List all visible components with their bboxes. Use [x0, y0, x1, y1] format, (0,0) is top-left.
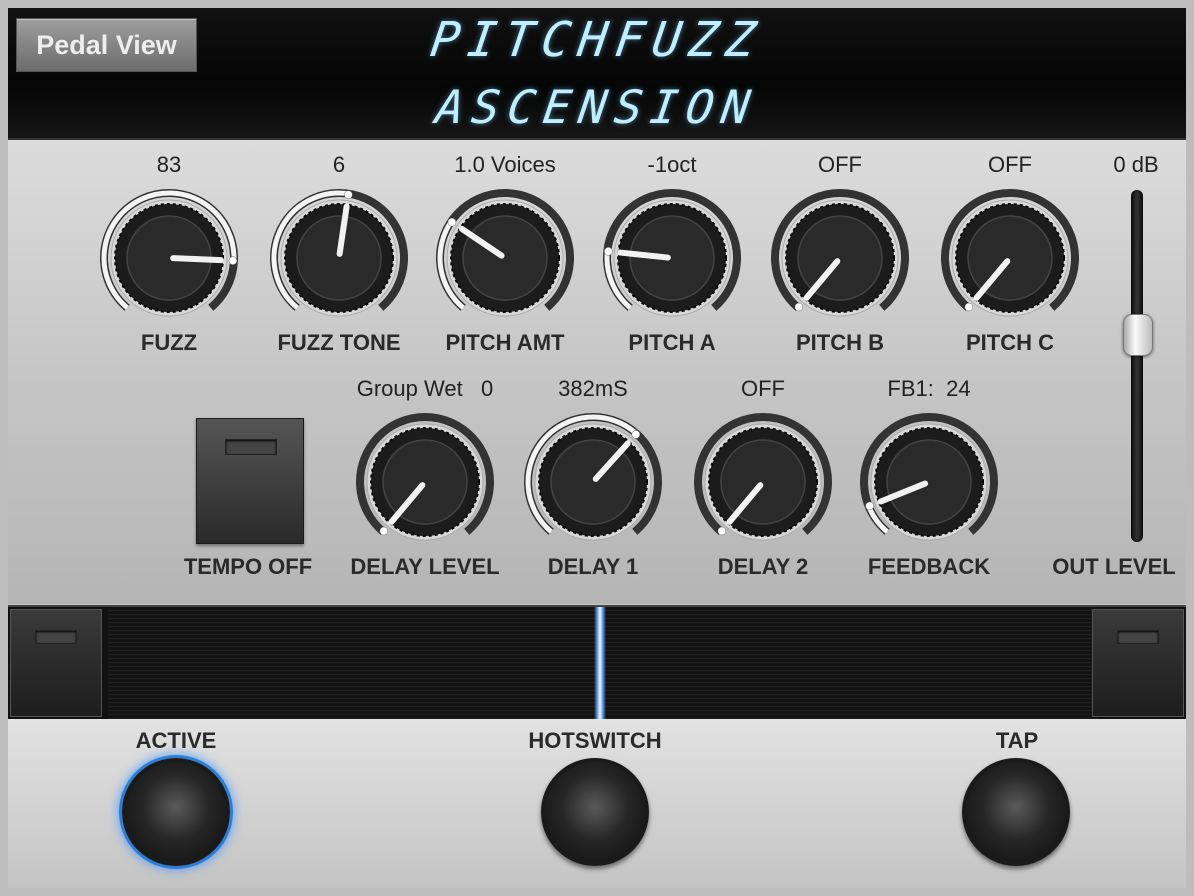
active-label: ACTIVE: [135, 728, 217, 753]
hotswitch-footswitch[interactable]: [541, 758, 649, 866]
feedback-value: FB1: 24: [887, 376, 971, 401]
tempo-button[interactable]: [196, 418, 304, 544]
knob-cap: [296, 215, 382, 301]
delay-level-knob[interactable]: [355, 412, 495, 552]
fuzz-knob[interactable]: [99, 188, 239, 328]
knob-position-dot: [794, 302, 804, 312]
feedback-knob[interactable]: [859, 412, 999, 552]
expression-pedal-bar[interactable]: [8, 605, 1186, 721]
knob-cap: [629, 215, 715, 301]
knob-position-dot: [964, 302, 974, 312]
lcd-line-effect-name: PITCHFUZZ: [427, 12, 767, 68]
knob-position-dot: [447, 217, 457, 227]
hotswitch-label: HOTSWITCH: [528, 728, 662, 753]
knob-cap: [462, 215, 548, 301]
pitch-c-label: PITCH C: [966, 330, 1054, 355]
knob-cap: [797, 215, 883, 301]
expression-position-indicator[interactable]: [594, 607, 606, 719]
knob-cap: [886, 439, 972, 525]
fuzz-tone-knob[interactable]: [269, 188, 409, 328]
knob-pointer: [170, 255, 224, 264]
expression-right-led: [1117, 630, 1159, 644]
knob-position-dot: [344, 190, 353, 199]
knob-position-dot: [379, 526, 389, 536]
pitch-a-knob[interactable]: [602, 188, 742, 328]
knob-cap: [967, 215, 1053, 301]
knob-position-dot: [228, 256, 238, 265]
expression-left-led: [35, 630, 77, 644]
knob-position-dot: [631, 430, 641, 439]
feedback-label: FEEDBACK: [867, 554, 991, 579]
knob-position-dot: [865, 501, 874, 511]
tempo-led: [225, 439, 277, 455]
expression-toe-stop-left[interactable]: [10, 609, 102, 717]
pitch-amt-knob[interactable]: [435, 188, 575, 328]
out-level-slider-track[interactable]: [1131, 190, 1143, 542]
out-level-value: 0 dB: [1113, 152, 1159, 177]
tap-label: TAP: [995, 728, 1039, 753]
tap-footswitch[interactable]: [962, 758, 1070, 866]
knob-cap: [720, 439, 806, 525]
knob-position-dot: [717, 526, 727, 536]
active-footswitch[interactable]: [122, 758, 230, 866]
expression-toe-stop-right[interactable]: [1092, 609, 1184, 717]
knob-cap: [382, 439, 468, 525]
pitch-b-knob[interactable]: [770, 188, 910, 328]
out-level-slider-thumb[interactable]: [1123, 314, 1153, 356]
delay-2-knob[interactable]: [693, 412, 833, 552]
delay-1-knob[interactable]: [523, 412, 663, 552]
knob-position-dot: [604, 247, 613, 256]
lcd-line-preset-name: ASCENSION: [432, 80, 762, 134]
pitch-c-knob[interactable]: [940, 188, 1080, 328]
